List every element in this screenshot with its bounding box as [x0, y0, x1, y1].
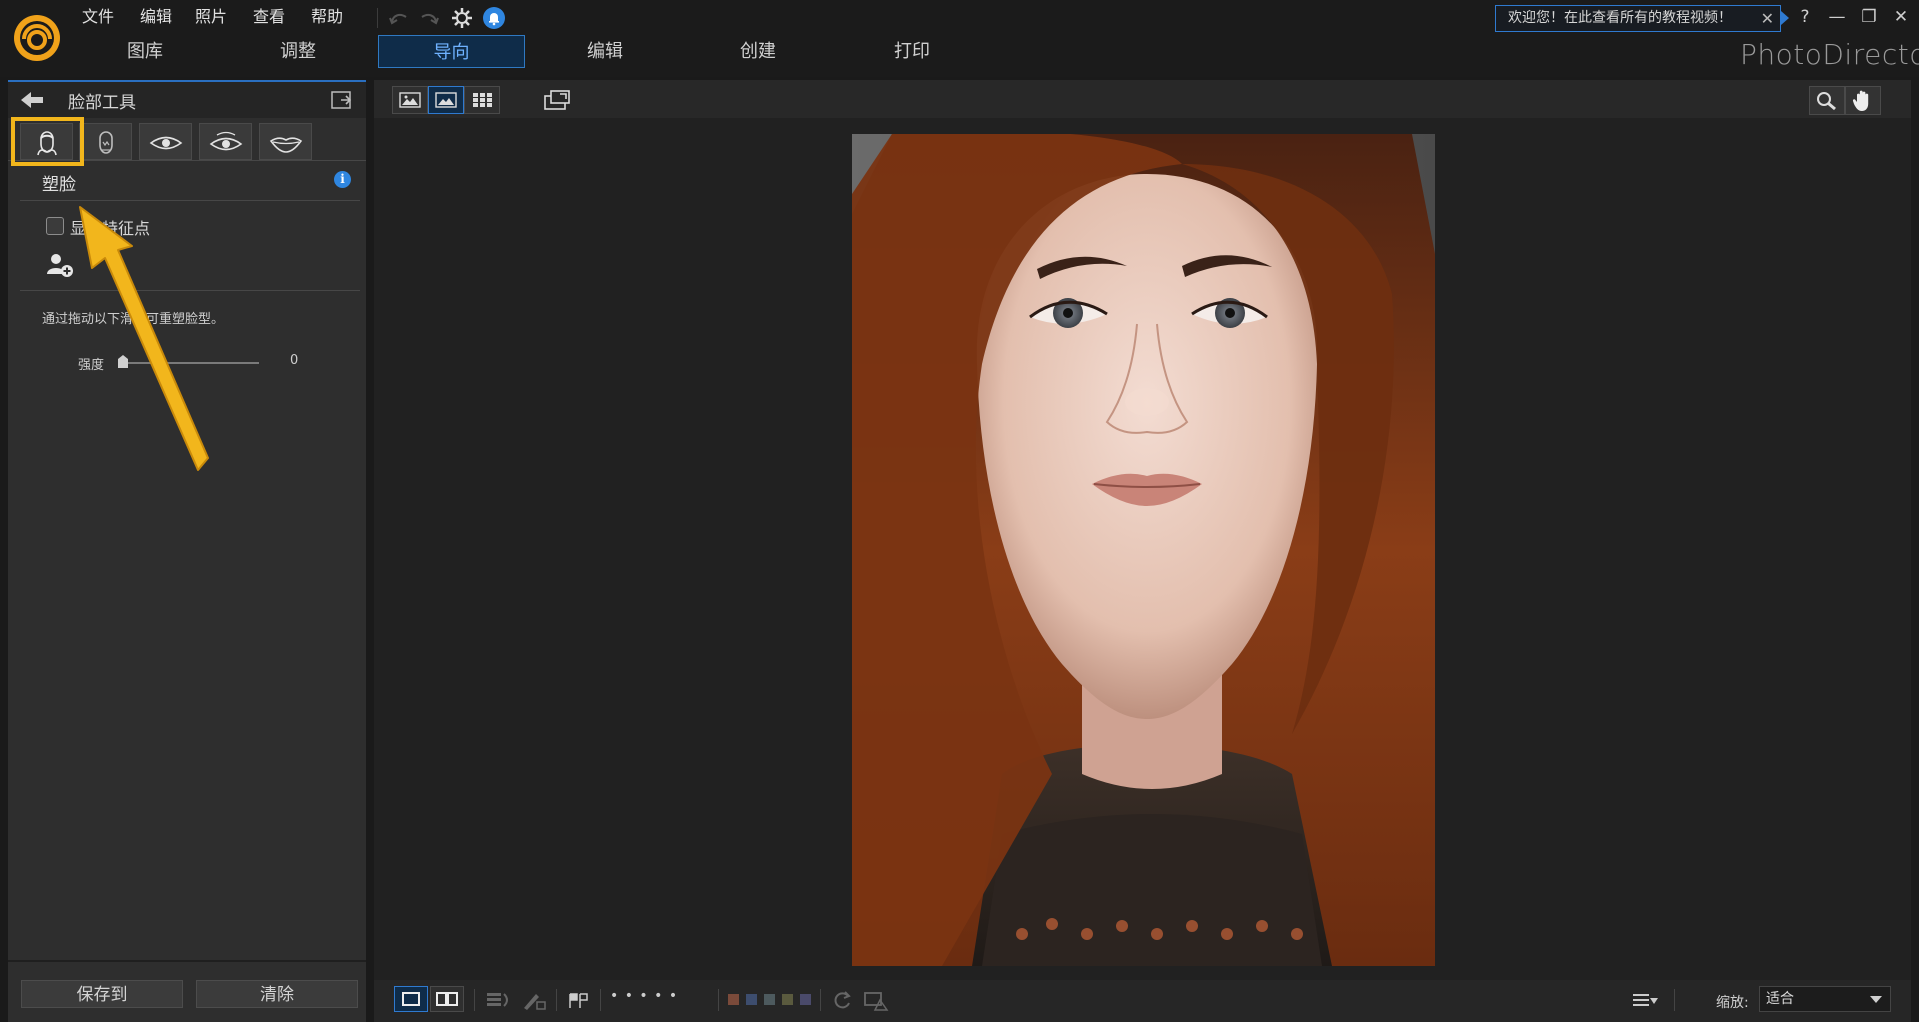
- toolbar-divider: [600, 989, 601, 1011]
- add-face-icon[interactable]: [46, 252, 74, 278]
- zoom-tool-button[interactable]: [1809, 86, 1845, 115]
- fullscreen-icon[interactable]: [542, 88, 572, 112]
- magnifier-icon: [1817, 92, 1836, 111]
- eye-icon: [149, 136, 182, 150]
- color-label-blue[interactable]: [746, 994, 757, 1005]
- gear-icon[interactable]: [450, 6, 474, 30]
- welcome-pointer: [1781, 11, 1789, 25]
- undo-icon[interactable]: [387, 6, 411, 30]
- grid-view-button[interactable]: [464, 86, 500, 114]
- zoom-label: 缩放:: [1716, 995, 1749, 1011]
- menu-edit[interactable]: 编辑: [140, 6, 172, 28]
- single-photo-button[interactable]: [394, 986, 428, 1012]
- rating-stars[interactable]: • • • • •: [610, 988, 678, 1004]
- menu-divider: [377, 8, 378, 28]
- compare-view-icon: [399, 92, 421, 108]
- restore-button[interactable]: ❐: [1856, 4, 1882, 30]
- info-icon[interactable]: i: [334, 171, 351, 188]
- tab-lips[interactable]: [259, 123, 312, 160]
- zoom-select[interactable]: 适合: [1759, 986, 1891, 1012]
- lips-icon: [269, 137, 302, 153]
- color-label-yellow[interactable]: [782, 994, 793, 1005]
- section-title: 塑脸: [42, 175, 76, 195]
- minimize-button[interactable]: —: [1824, 4, 1850, 30]
- color-label-red[interactable]: [728, 994, 739, 1005]
- panel-title: 脸部工具: [68, 93, 136, 113]
- close-icon[interactable]: ✕: [1761, 6, 1774, 31]
- tutorial-highlight-box: [11, 117, 84, 166]
- single-view-button[interactable]: [428, 86, 464, 114]
- redo-icon[interactable]: [417, 6, 441, 30]
- menu-view[interactable]: 查看: [253, 6, 285, 28]
- grid-view-icon: [473, 93, 492, 107]
- split-frame-icon: [436, 992, 458, 1006]
- welcome-text[interactable]: 欢迎您！在此查看所有的教程视频！: [1508, 10, 1732, 26]
- strength-label: 强度: [78, 358, 105, 373]
- tab-adjust[interactable]: 调整: [248, 35, 348, 68]
- flag-icon[interactable]: [564, 988, 592, 1012]
- show-features-label[interactable]: 显示特征点: [70, 215, 150, 239]
- zoom-value: 适合: [1766, 991, 1794, 1007]
- single-view-icon: [435, 92, 457, 108]
- welcome-banner[interactable]: 欢迎您！在此查看所有的教程视频！ ✕: [1495, 5, 1781, 32]
- color-label-gray[interactable]: [764, 994, 775, 1005]
- rotate-stack-icon[interactable]: [484, 988, 512, 1012]
- rotate-icon[interactable]: [828, 988, 856, 1012]
- toolbar-divider: [556, 989, 557, 1011]
- section-divider: [20, 290, 360, 291]
- toolbar-divider: [820, 989, 821, 1011]
- eye-enlarge-icon: [209, 131, 242, 151]
- hand-tool-button[interactable]: [1845, 86, 1881, 115]
- photodirector-logo-icon: [12, 13, 62, 63]
- bottom-toolbar: • • • • • 缩放: 适合: [374, 980, 1911, 1022]
- tab-guided[interactable]: 导向: [378, 35, 525, 68]
- brand-name: PhotoDirector: [1740, 38, 1919, 71]
- strength-slider[interactable]: [121, 362, 259, 364]
- section-divider: [20, 200, 360, 201]
- save-to-button[interactable]: 保存到: [21, 980, 183, 1008]
- bell-icon[interactable]: [482, 6, 506, 30]
- split-view-button[interactable]: [430, 986, 464, 1012]
- strength-slider-thumb[interactable]: [118, 355, 128, 368]
- sort-icon[interactable]: [1630, 988, 1658, 1012]
- clear-button[interactable]: 清除: [196, 980, 358, 1008]
- instruction-text: 通过拖动以下滑块可重塑脸型。: [42, 312, 225, 327]
- show-features-checkbox[interactable]: [46, 217, 64, 235]
- brush-icon[interactable]: [520, 988, 548, 1012]
- compare-view-button[interactable]: [392, 86, 428, 114]
- photo-preview[interactable]: [852, 134, 1435, 966]
- tab-edit[interactable]: 编辑: [555, 35, 655, 68]
- main-viewer: [374, 80, 1911, 1022]
- chevron-down-icon[interactable]: [1870, 996, 1882, 1003]
- close-window-button[interactable]: ✕: [1888, 4, 1914, 30]
- menu-help[interactable]: 帮助: [311, 6, 343, 28]
- crop-warning-icon[interactable]: [862, 988, 890, 1012]
- toolbar-divider: [1674, 989, 1675, 1011]
- head-icon: [98, 131, 113, 154]
- menu-file[interactable]: 文件: [82, 6, 114, 28]
- hand-icon: [1852, 90, 1869, 111]
- tab-eye-enlarge[interactable]: [199, 123, 252, 160]
- back-arrow-icon[interactable]: [18, 88, 46, 112]
- tab-create[interactable]: 创建: [708, 35, 808, 68]
- menu-photo[interactable]: 照片: [195, 6, 227, 28]
- toolbar-divider: [474, 989, 475, 1011]
- strength-value: 0: [290, 353, 299, 368]
- tab-library[interactable]: 图库: [95, 35, 195, 68]
- single-frame-icon: [402, 992, 420, 1006]
- viewer-toolbar: [374, 80, 1911, 118]
- face-tools-panel: 脸部工具 塑脸 i 显示特征点 通过拖动以下滑块可重塑脸型。 强度 0 保存到 …: [8, 80, 366, 1022]
- popout-icon[interactable]: [330, 89, 354, 111]
- tab-head[interactable]: [79, 123, 132, 160]
- help-button[interactable]: ?: [1792, 4, 1818, 30]
- panel-bottom-divider: [8, 960, 366, 962]
- color-label-purple[interactable]: [800, 994, 811, 1005]
- toolbar-divider: [718, 989, 719, 1011]
- panel-header: [8, 82, 366, 118]
- tab-print[interactable]: 打印: [862, 35, 962, 68]
- tab-eye[interactable]: [139, 123, 192, 160]
